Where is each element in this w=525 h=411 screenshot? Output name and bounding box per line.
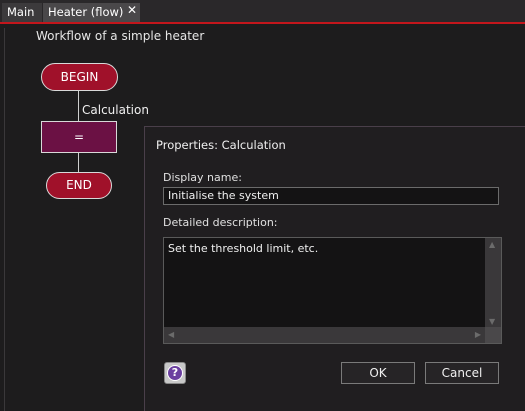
description-text: Set the threshold limit, etc. — [168, 242, 319, 255]
description-label: Detailed description: — [163, 216, 278, 229]
tab-bar: Main Heater (flow) ✕ — [0, 0, 525, 22]
scroll-right-icon[interactable]: ▶ — [475, 330, 481, 339]
dialog-title: Properties: Calculation — [156, 138, 286, 152]
scroll-corner — [485, 327, 501, 343]
cancel-button[interactable]: Cancel — [425, 362, 499, 384]
horizontal-scrollbar[interactable]: ◀ ▶ — [164, 327, 485, 343]
scroll-down-icon[interactable]: ▼ — [489, 317, 495, 326]
tab-heater-flow[interactable]: Heater (flow) — [43, 3, 140, 22]
scroll-left-icon[interactable]: ◀ — [168, 330, 174, 339]
help-icon: ? — [167, 365, 183, 381]
end-node[interactable]: END — [46, 172, 112, 199]
ok-button[interactable]: OK — [341, 362, 415, 384]
close-tab-icon[interactable]: ✕ — [127, 3, 137, 17]
display-name-label: Display name: — [163, 171, 242, 184]
tab-main[interactable]: Main — [2, 3, 42, 22]
connector-calc-end — [78, 153, 79, 172]
connector-begin-calc — [78, 91, 79, 121]
calculation-node[interactable]: = — [41, 121, 117, 153]
vertical-scrollbar[interactable]: ▲ ▼ — [485, 238, 501, 328]
display-name-field[interactable]: Initialise the system — [163, 187, 499, 205]
description-textarea[interactable]: Set the threshold limit, etc. ▲ ▼ ◀ ▶ — [163, 237, 502, 344]
begin-node[interactable]: BEGIN — [41, 63, 118, 91]
calculation-label: Calculation — [82, 103, 149, 117]
help-button[interactable]: ? — [164, 362, 186, 384]
scroll-up-icon[interactable]: ▲ — [489, 240, 495, 249]
workflow-title: Workflow of a simple heater — [36, 29, 205, 43]
